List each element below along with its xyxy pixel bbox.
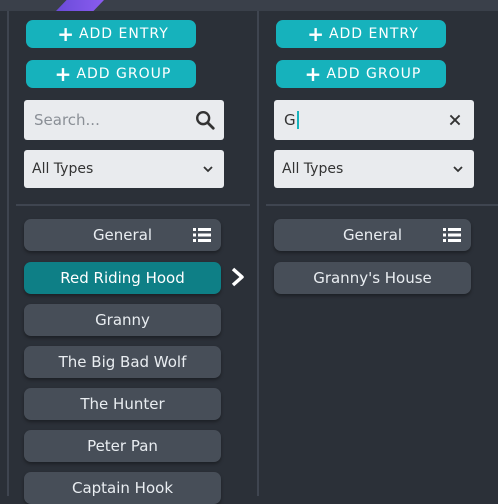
right-add-group-button[interactable]: + ADD GROUP [276, 60, 446, 88]
left-type-filter[interactable]: All Types [24, 150, 224, 188]
left-list-item-general[interactable]: General [24, 219, 221, 251]
list-icon[interactable] [443, 228, 461, 242]
left-add-entry-button[interactable]: + ADD ENTRY [26, 20, 196, 48]
right-search-input[interactable]: G [274, 100, 474, 140]
search-icon[interactable] [194, 109, 216, 131]
brand-stripe [56, 0, 104, 11]
plus-icon: + [57, 22, 75, 46]
plus-icon: + [54, 62, 73, 86]
left-list-item-hunter[interactable]: The Hunter [24, 388, 221, 420]
list-icon[interactable] [193, 228, 211, 242]
left-list-item-captain-hook[interactable]: Captain Hook [24, 472, 221, 504]
left-search-input[interactable]: Search... [24, 100, 224, 140]
right-list-item-general[interactable]: General [274, 219, 471, 251]
left-add-group-button[interactable]: + ADD GROUP [26, 60, 196, 88]
right-type-filter[interactable]: All Types [274, 150, 474, 188]
right-add-entry-button[interactable]: + ADD ENTRY [276, 20, 446, 48]
left-list-item-granny[interactable]: Granny [24, 304, 221, 336]
top-bar [0, 0, 498, 11]
column-divider [257, 11, 259, 496]
left-list-item-red-riding-hood[interactable]: Red Riding Hood [24, 262, 221, 294]
clear-icon[interactable] [444, 109, 466, 131]
chevron-right-icon [231, 267, 244, 287]
left-list-item-big-bad-wolf[interactable]: The Big Bad Wolf [24, 346, 221, 378]
left-section-divider [16, 204, 250, 206]
plus-icon: + [304, 62, 323, 86]
left-list-item-peter-pan[interactable]: Peter Pan [24, 430, 221, 462]
chevron-down-icon [203, 166, 213, 173]
text-cursor [296, 111, 299, 129]
search-value: G [284, 111, 296, 129]
chevron-down-icon [453, 166, 463, 173]
right-list-item-grannys-house[interactable]: Granny's House [274, 262, 471, 294]
left-edge-divider [7, 11, 9, 496]
plus-icon: + [307, 22, 325, 46]
right-section-divider [266, 204, 498, 206]
